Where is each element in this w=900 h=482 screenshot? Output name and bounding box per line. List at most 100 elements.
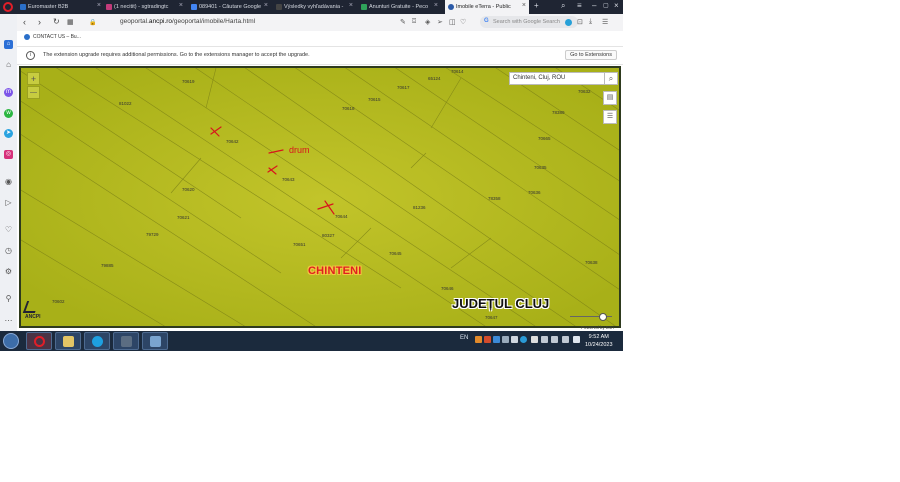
map-search-input[interactable]: Chinteni, Cluj, ROU × <box>509 72 617 85</box>
tab-close-icon[interactable]: × <box>97 2 101 9</box>
tray-app-icon[interactable] <box>511 336 518 343</box>
instagram-icon[interactable]: ◎ <box>4 150 13 159</box>
start-button-icon[interactable] <box>3 333 19 349</box>
whatsapp-icon[interactable]: w <box>4 109 13 118</box>
taskbar-clock[interactable]: 9:52 AM 10/24/2023 <box>585 333 613 349</box>
layer-list-icon[interactable]: ☰ <box>603 110 617 124</box>
parcel-label[interactable]: 70647 <box>485 315 498 320</box>
parcel-label[interactable]: 70632 <box>578 89 591 94</box>
parcel-label[interactable]: 78389 <box>552 110 565 115</box>
tray-app-icon[interactable] <box>520 336 527 343</box>
tab-mail[interactable]: (1 necitit) - sgtradingtc × <box>106 0 186 14</box>
powered-by-esri[interactable]: Powered by Esri <box>581 325 614 330</box>
parcel-label[interactable]: 70645 <box>389 251 402 256</box>
messenger-icon[interactable]: m <box>4 88 13 97</box>
parcel-label[interactable]: 70619 <box>182 79 195 84</box>
parcel-label[interactable]: 79729 <box>146 232 159 237</box>
tray-app-icon[interactable] <box>531 336 538 343</box>
speed-dial-icon[interactable]: ⌂ <box>4 40 13 49</box>
tray-app-icon[interactable] <box>475 336 482 343</box>
tab-eterra[interactable]: Imobile eTerra - Public × <box>445 0 529 14</box>
map-search-icon[interactable]: ⌕ <box>604 72 618 85</box>
bookmark-contact-us[interactable]: CONTACT US – Bu... <box>24 34 81 40</box>
pin-icon[interactable]: ⚲ <box>4 294 13 303</box>
parcel-label[interactable]: 79885 <box>101 263 114 268</box>
parcel-label[interactable]: 70643 <box>282 177 295 182</box>
parcel-label[interactable]: 70651 <box>293 242 306 247</box>
tab-close-icon[interactable]: × <box>179 2 183 9</box>
map-view[interactable]: + — Chinteni, Cluj, ROU × ⌕ ▤ ☰ 70619 81… <box>19 66 621 328</box>
more-dots-icon[interactable]: ⋯ <box>4 316 13 325</box>
back-arrow-icon[interactable]: ‹ <box>23 17 26 27</box>
settings-gear-icon[interactable]: ⚙ <box>4 267 13 276</box>
zoom-in-button[interactable]: + <box>27 72 40 85</box>
network-icon[interactable] <box>551 336 558 343</box>
basemap-gallery-icon[interactable]: ▤ <box>603 91 617 105</box>
url-field[interactable]: geoportal.ancpi.ro/geoportal/imobile/Har… <box>120 18 255 25</box>
parcel-label[interactable]: 70618 <box>342 106 355 111</box>
tab-google[interactable]: 089401 - Căutare Google × <box>191 0 271 14</box>
zoom-out-button[interactable]: — <box>27 86 40 99</box>
share-icon[interactable]: ➢ <box>437 18 443 26</box>
tab-euromaster[interactable]: Euromaster B2B × <box>20 0 104 14</box>
reload-icon[interactable]: ↻ <box>53 17 60 26</box>
tab-close-icon[interactable]: × <box>264 2 268 9</box>
telegram-icon[interactable]: ➤ <box>4 129 13 138</box>
parcel-label[interactable]: 70638 <box>585 260 598 265</box>
menu-lines-icon[interactable]: ≡ <box>577 1 582 10</box>
home-icon[interactable]: ⌂ <box>4 60 13 69</box>
edit-icon[interactable]: ✎ <box>400 18 406 26</box>
snapshot-icon[interactable]: ⊡ <box>577 18 583 26</box>
tray-app-icon[interactable] <box>541 336 548 343</box>
vpn-icon[interactable] <box>565 19 572 26</box>
parcel-label[interactable]: 70617 <box>397 85 410 90</box>
tray-app-icon[interactable] <box>502 336 509 343</box>
parcel-label[interactable]: 70614 <box>451 69 464 74</box>
tab-search-icon[interactable]: ⌕ <box>561 1 565 11</box>
parcel-label[interactable]: 70642 <box>226 139 239 144</box>
forward-arrow-icon[interactable]: › <box>38 17 41 27</box>
opera-logo-icon[interactable] <box>3 2 13 12</box>
parcel-label[interactable]: 65124 <box>428 76 441 81</box>
volume-icon[interactable] <box>573 336 580 343</box>
parcel-label[interactable]: 81236 <box>413 205 426 210</box>
history-icon[interactable]: ◷ <box>4 246 13 255</box>
taskbar-app4[interactable] <box>113 332 139 350</box>
maximize-icon[interactable]: ▢ <box>603 2 609 9</box>
taskbar-opera[interactable] <box>26 332 52 350</box>
tray-app-icon[interactable] <box>493 336 500 343</box>
parcel-label[interactable]: 70665 <box>538 136 551 141</box>
box-icon[interactable]: ◫ <box>449 18 456 26</box>
shield-icon[interactable]: ◈ <box>425 18 430 26</box>
download-icon[interactable]: ⤓ <box>589 18 592 26</box>
heart-outline-icon[interactable]: ♡ <box>460 18 466 26</box>
parcel-label[interactable]: 70644 <box>335 214 348 219</box>
parcel-label[interactable]: 80327 <box>322 233 335 238</box>
parcel-label[interactable]: 70620 <box>182 187 195 192</box>
minimize-icon[interactable]: – <box>592 1 596 10</box>
tabs-grid-icon[interactable]: ▦ <box>67 18 74 26</box>
parcel-label[interactable]: 81022 <box>119 101 132 106</box>
easy-setup-icon[interactable]: ☰ <box>602 18 608 26</box>
player-icon[interactable]: ◉ <box>4 177 13 186</box>
parcel-label[interactable]: 70602 <box>52 299 65 304</box>
taskbar-skype[interactable] <box>84 332 110 350</box>
tab-close-icon[interactable]: × <box>349 2 353 9</box>
taskbar-explorer[interactable] <box>55 332 81 350</box>
flag-icon[interactable] <box>562 336 569 343</box>
tab-anunturi[interactable]: Anunturi Gratuite - Peco × <box>361 0 441 14</box>
heart-icon[interactable]: ♡ <box>4 225 13 234</box>
go-to-extensions-button[interactable]: Go to Extensions <box>565 50 617 60</box>
parcel-label[interactable]: 78358 <box>488 196 501 201</box>
tab-vysledky[interactable]: Výsledky vyhľadávania - × <box>276 0 356 14</box>
tray-app-icon[interactable] <box>484 336 491 343</box>
taskbar-app5[interactable] <box>142 332 168 350</box>
language-indicator[interactable]: EN <box>460 335 468 341</box>
parcel-label[interactable]: 70635 <box>534 165 547 170</box>
google-search-input[interactable]: G Search with Google Search <box>480 16 578 28</box>
parcel-label[interactable]: 70636 <box>528 190 541 195</box>
window-close-icon[interactable]: × <box>614 1 619 10</box>
parcel-label[interactable]: 70646 <box>441 286 454 291</box>
tab-close-icon[interactable]: × <box>434 2 438 9</box>
camera-icon[interactable]: ⌼ <box>412 18 416 26</box>
